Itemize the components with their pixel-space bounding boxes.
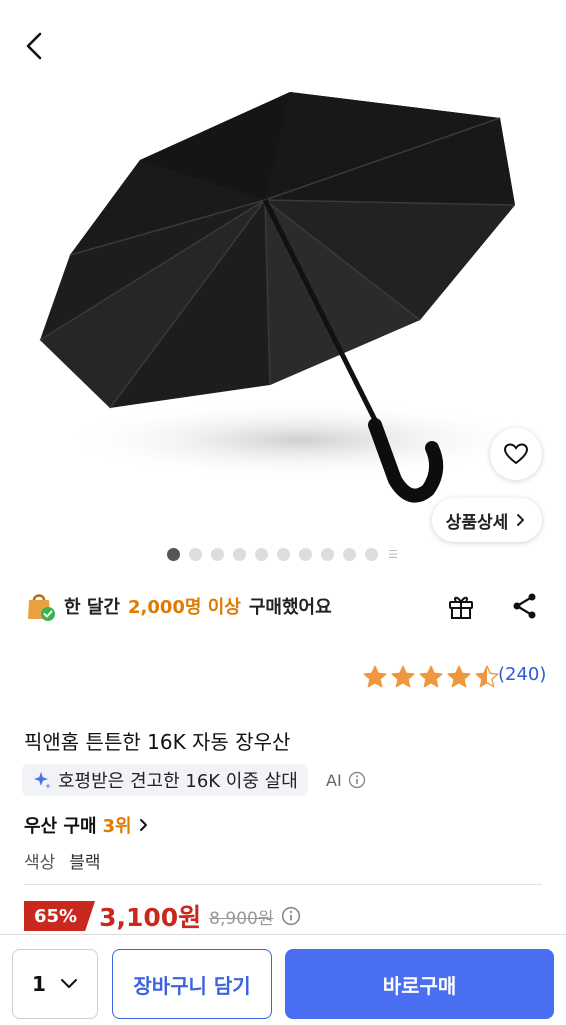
star-icon	[419, 665, 443, 688]
discount-badge: 65%	[24, 901, 96, 931]
info-icon[interactable]	[281, 906, 301, 926]
ai-summary-text: 호평받은 견고한 16K 이중 살대	[58, 771, 298, 792]
purchase-count-banner: 한 달간 2,000명 이상 구매했어요	[24, 588, 332, 624]
add-to-cart-button[interactable]: 장바구니 담기	[112, 949, 272, 1019]
gift-button[interactable]	[444, 589, 478, 623]
divider	[24, 884, 542, 885]
ai-tag-label: AI	[326, 770, 342, 790]
sale-price: 3,100원	[99, 903, 202, 932]
product-detail-button[interactable]: 상품상세	[432, 498, 542, 542]
info-icon	[348, 771, 365, 789]
ai-summary-pill: 호평받은 견고한 16K 이중 살대	[22, 764, 308, 796]
pagination-dot[interactable]	[210, 547, 224, 561]
pagination-dot[interactable]	[364, 547, 378, 561]
back-icon	[26, 32, 42, 60]
buy-now-button[interactable]: 바로구매	[285, 949, 554, 1019]
back-button[interactable]	[18, 28, 54, 64]
umbrella-image	[39, 92, 540, 503]
ai-info-tag[interactable]: AI	[326, 767, 366, 793]
product-title: 픽앤홈 튼튼한 16K 자동 장우산	[24, 730, 291, 754]
star-icon	[447, 665, 471, 688]
pagination-dot[interactable]	[320, 547, 334, 561]
shopping-bag-icon	[28, 594, 55, 621]
buyers-prefix: 한 달간	[64, 597, 120, 618]
review-count[interactable]: (240)	[498, 664, 546, 685]
share-icon	[513, 593, 536, 619]
pagination-dot[interactable]	[276, 547, 290, 561]
buyers-suffix: 구매했어요	[248, 597, 332, 618]
quantity-value: 1	[32, 972, 46, 996]
product-image-area[interactable]: 상품상세 ☰	[0, 0, 566, 575]
pagination-dot[interactable]	[232, 547, 246, 561]
rank-value: 3위	[102, 816, 132, 837]
original-price: 8,900원	[209, 908, 274, 929]
chevron-right-icon	[139, 819, 147, 831]
pagination-dot[interactable]	[298, 547, 312, 561]
rank-category: 우산 구매	[24, 816, 97, 837]
wishlist-button[interactable]	[490, 428, 542, 480]
chevron-right-icon	[517, 514, 525, 526]
star-icon	[391, 665, 415, 688]
heart-icon	[503, 443, 529, 465]
pagination-dot[interactable]	[254, 547, 268, 561]
sparkle-icon	[34, 772, 51, 789]
product-detail-label: 상품상세	[445, 512, 509, 533]
chevron-down-icon	[60, 979, 77, 988]
pagination-dot[interactable]	[188, 547, 202, 561]
star-icon	[475, 665, 499, 688]
pagination-dot[interactable]	[342, 547, 356, 561]
gift-icon	[449, 596, 473, 619]
pagination-dot[interactable]	[166, 547, 180, 561]
pagination-more-icon: ☰	[388, 547, 398, 561]
rating-stars[interactable]	[362, 664, 500, 690]
color-value: 블랙	[69, 853, 101, 873]
bottom-action-bar: 1 장바구니 담기 바로구매	[0, 934, 566, 1025]
buyers-highlight: 2,000명 이상	[127, 597, 241, 618]
image-pagination: ☰	[0, 546, 566, 562]
category-rank-link[interactable]: 우산 구매 3위	[24, 812, 150, 838]
color-label: 색상	[24, 853, 56, 873]
star-icon	[363, 665, 387, 688]
color-option: 색상 블랙	[24, 848, 101, 873]
share-button[interactable]	[508, 589, 542, 623]
quantity-select[interactable]: 1	[12, 949, 98, 1019]
price-row: 65% 3,100원 8,900원	[24, 899, 301, 933]
